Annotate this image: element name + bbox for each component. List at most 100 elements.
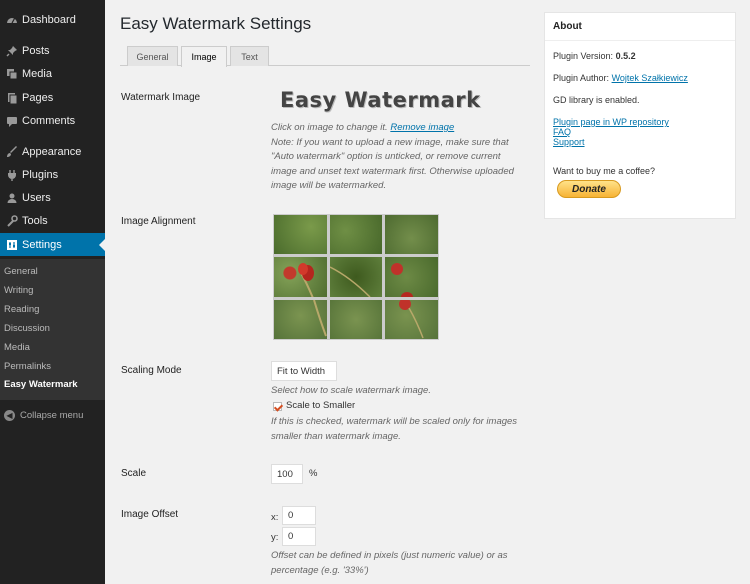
admin-sidebar: Dashboard Posts Media Pages Comments App…: [0, 0, 105, 584]
click-hint: Click on image to change it.: [271, 122, 388, 133]
plugin-version: Plugin Version: 0.5.2: [553, 51, 636, 61]
plugin-links: Plugin page in WP repository FAQ Support: [553, 117, 669, 147]
alignment-grid: [273, 214, 439, 340]
align-top-center[interactable]: [329, 215, 383, 255]
align-middle-center[interactable]: [329, 257, 383, 297]
comments-icon: [3, 115, 21, 127]
menu-plugins[interactable]: Plugins: [0, 163, 105, 186]
note-line: "Auto watermark" option is unticked, or …: [271, 151, 501, 162]
align-middle-right[interactable]: [385, 257, 438, 297]
plug-icon: [3, 169, 21, 181]
settings-submenu: General Writing Reading Discussion Media…: [0, 259, 105, 400]
note-line: Offset can be defined in pixels (just nu…: [271, 550, 508, 561]
menu-label: Plugins: [22, 168, 59, 181]
brush-icon: [3, 145, 21, 158]
pin-icon: [3, 45, 21, 57]
submenu-media[interactable]: Media: [4, 342, 30, 353]
submenu-easy-watermark[interactable]: Easy Watermark: [4, 379, 78, 390]
gd-status: GD library is enabled.: [553, 95, 640, 105]
settings-tabs: General Image Text: [120, 46, 530, 67]
watermark-image-hint: Click on image to change it. Remove imag…: [271, 121, 541, 194]
about-box: About Plugin Version: 0.5.2 Plugin Autho…: [544, 12, 736, 219]
menu-appearance[interactable]: Appearance: [0, 140, 105, 163]
align-bottom-right[interactable]: [385, 299, 438, 339]
note-line: image will be watermarked.: [271, 180, 387, 191]
note-line: smaller than watermark image.: [271, 430, 401, 442]
menu-comments[interactable]: Comments: [0, 109, 105, 132]
submenu-general[interactable]: General: [4, 266, 38, 277]
support-link[interactable]: Support: [553, 137, 585, 147]
align-top-left[interactable]: [274, 215, 327, 255]
menu-tools[interactable]: Tools: [0, 209, 105, 232]
collapse-arrow-icon: ◀: [4, 410, 15, 421]
submenu-permalinks[interactable]: Permalinks: [4, 361, 51, 372]
tab-text[interactable]: Text: [230, 46, 269, 66]
author-label: Plugin Author:: [553, 73, 610, 83]
align-top-right[interactable]: [385, 215, 438, 255]
note-line: percentage (e.g. '33%'): [271, 564, 369, 576]
wrench-icon: [3, 214, 21, 227]
scaling-mode-select[interactable]: Fit to Width: [271, 361, 337, 381]
scaling-hint: Select how to scale watermark image.: [271, 385, 431, 396]
align-middle-left[interactable]: [274, 257, 327, 297]
menu-pages[interactable]: Pages: [0, 86, 105, 109]
scale-unit: %: [309, 468, 318, 479]
collapse-label: Collapse menu: [20, 410, 84, 421]
wp-repository-link[interactable]: Plugin page in WP repository: [553, 117, 669, 127]
tab-general[interactable]: General: [127, 46, 178, 66]
watermark-image-preview[interactable]: Easy Watermark: [280, 88, 481, 112]
image-alignment-label: Image Alignment: [121, 216, 196, 227]
author-link[interactable]: Wojtek Szałkiewicz: [612, 73, 688, 83]
scale-to-smaller-label: Scale to Smaller: [286, 400, 356, 411]
submenu-writing[interactable]: Writing: [4, 285, 33, 296]
menu-label: Dashboard: [22, 13, 76, 26]
menu-label: Comments: [22, 114, 76, 127]
scale-to-smaller-note: If this is checked, watermark will be sc…: [271, 415, 551, 444]
image-offset-label: Image Offset: [121, 509, 179, 520]
note-line: image and unset text watermark first. Ot…: [271, 165, 514, 177]
offset-note: Offset can be defined in pixels (just nu…: [271, 549, 551, 578]
note-line: Note: If you want to upload a new image,…: [271, 136, 509, 148]
menu-label: Tools: [22, 214, 48, 227]
menu-settings[interactable]: Settings: [0, 233, 105, 256]
scaling-mode-label: Scaling Mode: [121, 365, 182, 376]
menu-users[interactable]: Users: [0, 186, 105, 209]
users-icon: [3, 192, 21, 204]
collapse-menu-button[interactable]: ◀ Collapse menu: [4, 410, 83, 421]
menu-label: Posts: [22, 44, 50, 57]
scale-to-smaller-checkbox[interactable]: [273, 402, 282, 411]
menu-posts[interactable]: Posts: [0, 39, 105, 62]
scale-input[interactable]: 100: [271, 464, 303, 484]
plugin-author: Plugin Author: Wojtek Szałkiewicz: [553, 73, 688, 83]
submenu-reading[interactable]: Reading: [4, 304, 39, 315]
menu-label: Pages: [22, 91, 54, 104]
menu-label: Users: [22, 191, 51, 204]
faq-link[interactable]: FAQ: [553, 127, 571, 137]
settings-icon: [3, 239, 21, 251]
scale-label: Scale: [121, 468, 147, 479]
menu-label: Settings: [22, 238, 62, 251]
align-bottom-left[interactable]: [274, 299, 327, 339]
remove-image-link[interactable]: Remove image: [390, 122, 454, 133]
align-bottom-center[interactable]: [329, 299, 383, 339]
offset-y-label: y:: [271, 532, 279, 543]
donate-button[interactable]: Donate: [557, 180, 621, 198]
menu-label: Appearance: [22, 145, 82, 158]
pages-icon: [3, 92, 21, 104]
media-icon: [3, 68, 21, 80]
coffee-text: Want to buy me a coffee?: [553, 166, 656, 176]
offset-x-label: x:: [271, 512, 279, 523]
version-label: Plugin Version:: [553, 51, 614, 61]
version-value: 0.5.2: [615, 51, 636, 61]
menu-dashboard[interactable]: Dashboard: [0, 8, 105, 31]
dashboard-icon: [3, 14, 21, 26]
page-title: Easy Watermark Settings: [120, 14, 312, 33]
menu-media[interactable]: Media: [0, 62, 105, 85]
tab-image[interactable]: Image: [181, 46, 227, 67]
offset-y-input[interactable]: 0: [282, 527, 316, 546]
submenu-discussion[interactable]: Discussion: [4, 323, 50, 334]
offset-x-input[interactable]: 0: [282, 506, 316, 525]
watermark-image-label: Watermark Image: [121, 92, 201, 103]
note-line: If this is checked, watermark will be sc…: [271, 416, 518, 427]
menu-label: Media: [22, 67, 52, 80]
